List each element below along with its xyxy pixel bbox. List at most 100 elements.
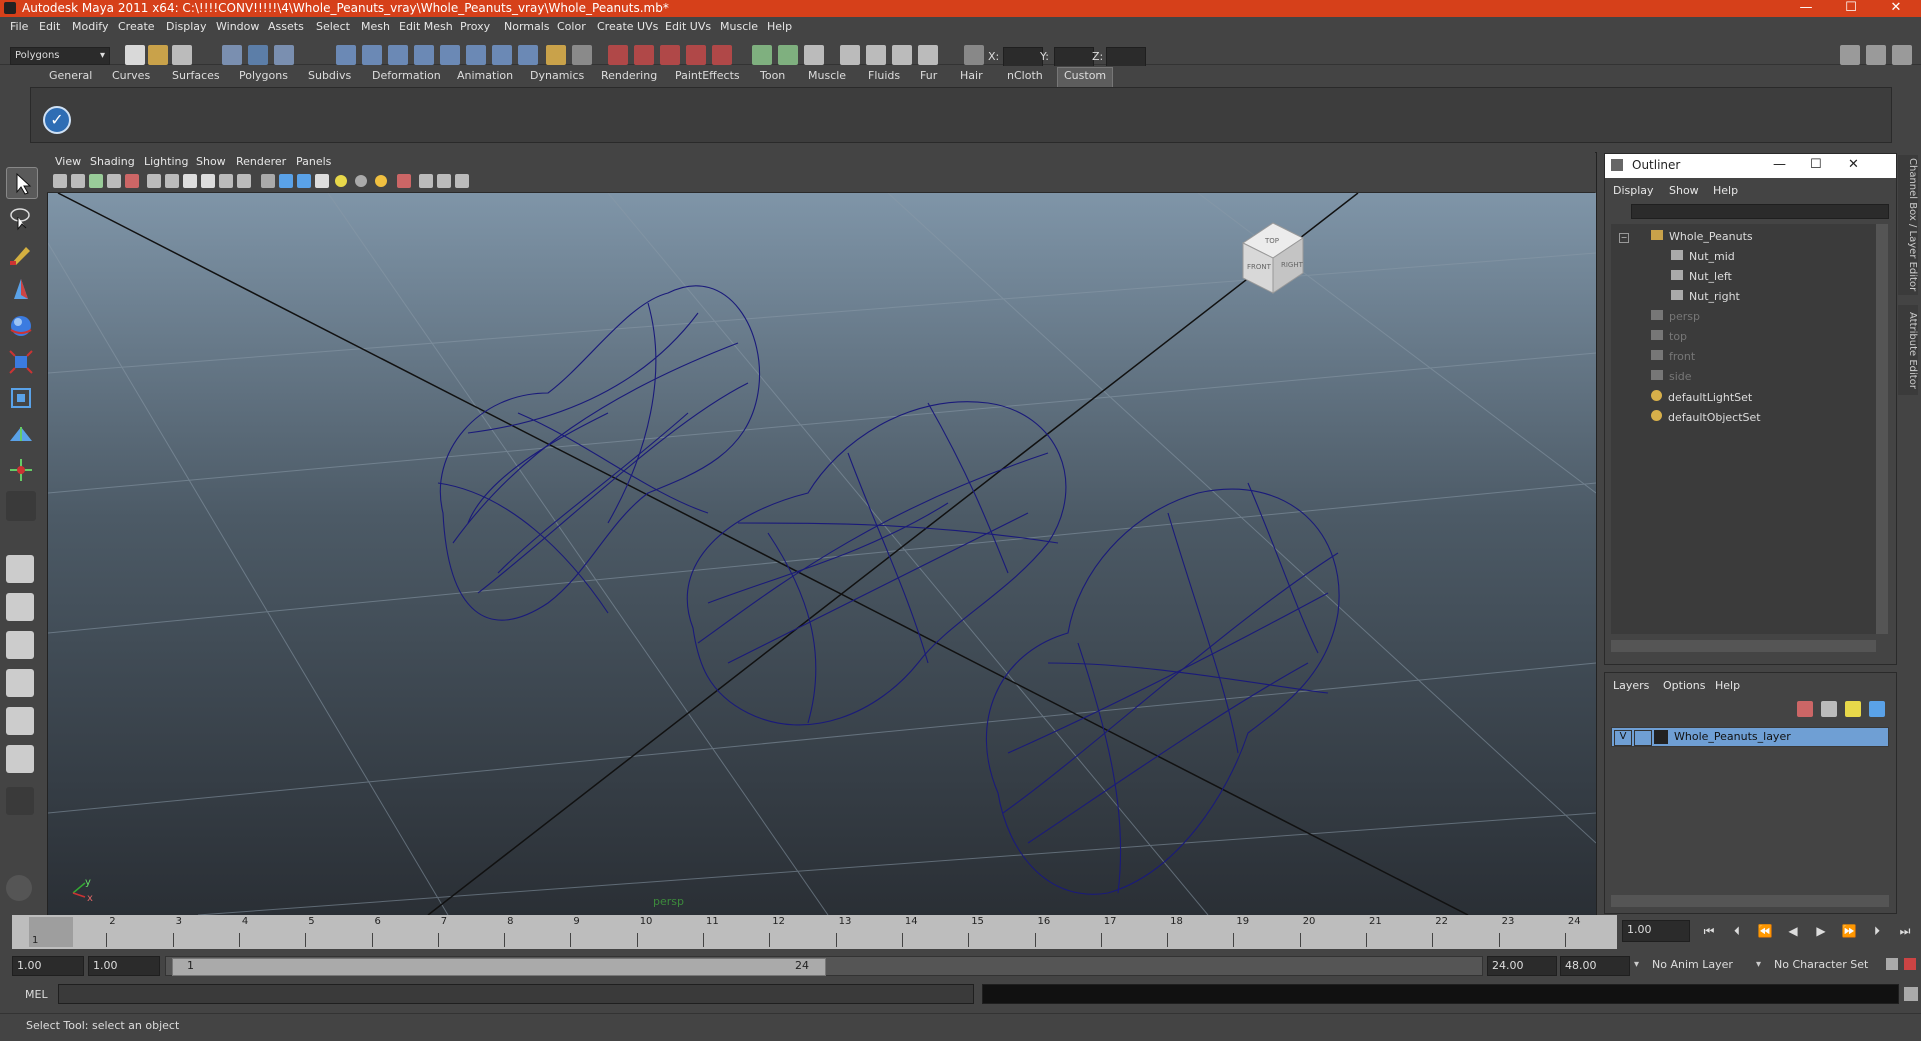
go-to-end-button[interactable]: ⏭ <box>1894 924 1916 942</box>
bookmark-icon[interactable] <box>89 174 103 188</box>
last-tool-slot[interactable] <box>6 491 36 521</box>
outliner-item-whole-peanuts[interactable]: Whole_Peanuts <box>1651 230 1753 243</box>
viewport-menu-renderer[interactable]: Renderer <box>236 155 286 168</box>
tab-muscle[interactable]: Muscle <box>808 68 846 88</box>
step-back-key-button[interactable]: ⏴ <box>1726 924 1748 942</box>
script-editor-icon[interactable] <box>1904 987 1918 1001</box>
help-query-icon[interactable] <box>518 45 538 65</box>
lock-icon[interactable] <box>546 45 566 65</box>
select-hierarchy-icon[interactable] <box>222 45 242 65</box>
playback-end-field[interactable]: 24.00 <box>1487 956 1557 976</box>
outliner-horizontal-scrollbar[interactable] <box>1611 640 1876 652</box>
layer-row[interactable]: V Whole_Peanuts_layer <box>1611 727 1889 747</box>
paint-select-tool-icon[interactable] <box>6 239 36 269</box>
layer-display-type-toggle[interactable] <box>1634 730 1652 746</box>
command-language-label[interactable]: MEL <box>25 988 48 1001</box>
x-field[interactable] <box>1003 47 1043 67</box>
open-scene-icon[interactable] <box>148 45 168 65</box>
share-icon[interactable] <box>455 174 469 188</box>
resolution-gate-icon[interactable] <box>183 174 197 188</box>
y-field[interactable] <box>1054 47 1094 67</box>
outliner-maximize-button[interactable]: ☐ <box>1810 157 1822 172</box>
tab-subdivs[interactable]: Subdivs <box>308 68 351 88</box>
menu-select[interactable]: Select <box>316 20 350 33</box>
wireframe-icon[interactable] <box>261 174 275 188</box>
move-up-layer-icon[interactable] <box>1845 701 1861 717</box>
field-chart-icon[interactable] <box>219 174 233 188</box>
outliner-vertical-scrollbar[interactable] <box>1876 224 1888 634</box>
outliner-filter-field[interactable] <box>1631 204 1889 219</box>
construction-history-icon[interactable] <box>572 45 592 65</box>
outliner-item-side[interactable]: side <box>1651 370 1692 383</box>
grease-pencil-icon[interactable] <box>125 174 139 188</box>
all-lights-icon[interactable] <box>355 175 367 187</box>
step-back-frame-button[interactable]: ⏪ <box>1754 924 1776 942</box>
safe-action-icon[interactable] <box>237 174 251 188</box>
tab-deformation[interactable]: Deformation <box>372 68 441 88</box>
tab-dynamics[interactable]: Dynamics <box>530 68 584 88</box>
viewcube-right-label[interactable]: RIGHT <box>1281 261 1304 269</box>
menu-assets[interactable]: Assets <box>268 20 304 33</box>
sidebar-icon[interactable] <box>804 45 824 65</box>
xform-icon[interactable] <box>840 45 860 65</box>
menu-proxy[interactable]: Proxy <box>460 20 490 33</box>
toggle-tool-settings-icon[interactable] <box>1866 45 1886 65</box>
tab-ncloth[interactable]: nCloth <box>1007 68 1043 88</box>
play-backwards-button[interactable]: ◀ <box>1782 924 1804 942</box>
menu-edit-mesh[interactable]: Edit Mesh <box>399 20 453 33</box>
image-plane-icon[interactable] <box>107 174 121 188</box>
show-manipulator-icon[interactable] <box>6 455 36 485</box>
outliner-item-nut-mid[interactable]: Nut_mid <box>1671 250 1735 263</box>
tab-fur[interactable]: Fur <box>920 68 937 88</box>
channel-icon[interactable] <box>918 45 938 65</box>
outliner-menu-display[interactable]: Display <box>1613 184 1654 197</box>
rotate-tool-icon[interactable] <box>6 311 36 341</box>
outliner-menu-show[interactable]: Show <box>1669 184 1699 197</box>
anim-layer-dropdown-icon[interactable]: ▾ <box>1634 959 1639 970</box>
animation-prefs-icon[interactable] <box>1904 958 1916 970</box>
toggle-channel-box-icon[interactable] <box>1892 45 1912 65</box>
layers-menu-options[interactable]: Options <box>1663 679 1705 692</box>
current-time-field[interactable]: 1.00 <box>1622 920 1690 942</box>
scale-tool-icon[interactable] <box>6 347 36 377</box>
move-down-layer-icon[interactable] <box>1869 701 1885 717</box>
tab-curves[interactable]: Curves <box>112 68 150 88</box>
menu-modify[interactable]: Modify <box>72 20 108 33</box>
new-scene-icon[interactable] <box>125 45 145 65</box>
single-view-layout-icon[interactable] <box>6 555 34 583</box>
snap-point-icon[interactable] <box>388 45 408 65</box>
tab-hair[interactable]: Hair <box>960 68 983 88</box>
save-scene-icon[interactable] <box>172 45 192 65</box>
play-forwards-button[interactable]: ▶ <box>1810 924 1832 942</box>
toggle-sidebar-icon[interactable] <box>1840 45 1860 65</box>
outliner-item-persp[interactable]: persp <box>1651 310 1700 323</box>
anim-layer-selector[interactable]: No Anim Layer <box>1648 956 1756 976</box>
tab-surfaces[interactable]: Surfaces <box>172 68 220 88</box>
outliner-item-nut-left[interactable]: Nut_left <box>1671 270 1732 283</box>
time-slider[interactable]: 123456789101112131415161718192021222324 … <box>12 915 1617 949</box>
key-icon[interactable] <box>1886 958 1898 970</box>
persp-outliner-layout-icon[interactable] <box>6 745 34 773</box>
shadows-icon[interactable] <box>375 175 387 187</box>
snap-center-icon[interactable] <box>492 45 512 65</box>
tab-polygons[interactable]: Polygons <box>239 68 288 88</box>
tab-attribute-editor[interactable]: Attribute Editor <box>1898 305 1918 395</box>
soft-mod-icon[interactable] <box>6 419 36 449</box>
viewport-menu-show[interactable]: Show <box>196 155 226 168</box>
relative-mode-icon[interactable] <box>778 45 798 65</box>
outliner-item-nut-right[interactable]: Nut_right <box>1671 290 1740 303</box>
snap-surface-icon[interactable] <box>440 45 460 65</box>
minimize-button[interactable]: — <box>1787 0 1825 17</box>
checkmark-shelf-icon[interactable]: ✓ <box>43 106 71 134</box>
range-slider-handle[interactable]: 1 24 <box>172 958 826 976</box>
viewport-menu-panels[interactable]: Panels <box>296 155 331 168</box>
viewport-canvas[interactable]: TOP FRONT RIGHT y x persp <box>48 193 1596 915</box>
outliner-item-default-light-set[interactable]: defaultLightSet <box>1651 390 1752 404</box>
input-line-icon[interactable] <box>752 45 772 65</box>
outliner-minimize-button[interactable]: — <box>1773 157 1786 172</box>
outliner-item-default-object-set[interactable]: defaultObjectSet <box>1651 410 1761 424</box>
move-tool-icon[interactable] <box>6 275 36 305</box>
go-to-start-button[interactable]: ⏮ <box>1698 924 1720 942</box>
outliner-item-top[interactable]: top <box>1651 330 1687 343</box>
default-light-icon[interactable] <box>335 175 347 187</box>
